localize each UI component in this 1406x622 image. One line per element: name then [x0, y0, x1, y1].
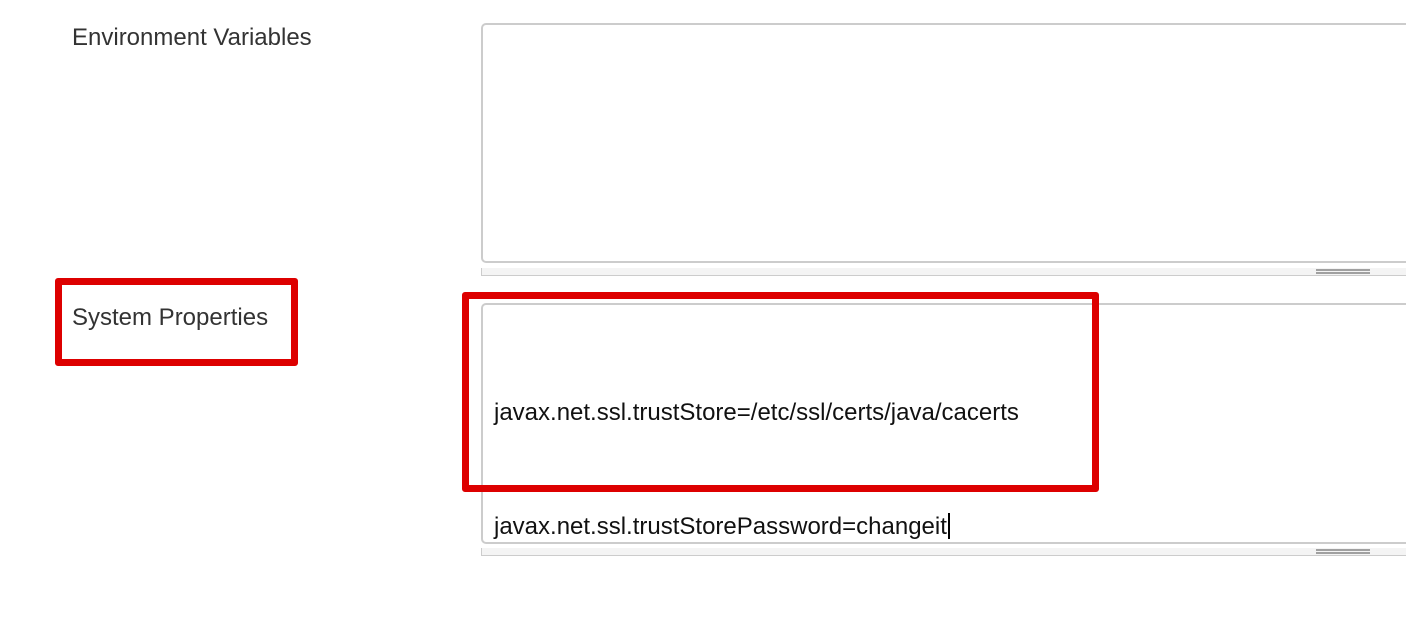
system-property-line: javax.net.ssl.trustStore=/etc/ssl/certs/…: [494, 399, 1019, 426]
grip-icon: [1316, 269, 1370, 274]
system-properties-resize-handle[interactable]: [481, 548, 1406, 556]
system-properties-label: System Properties: [72, 304, 269, 331]
environment-variables-label: Environment Variables: [72, 24, 312, 51]
system-properties-text: javax.net.ssl.trustStore=/etc/ssl/certs/…: [494, 318, 1019, 622]
text-cursor: [947, 513, 950, 539]
grip-icon: [1316, 549, 1370, 554]
system-property-line: javax.net.ssl.trustStorePassword=changei…: [494, 513, 947, 540]
environment-variables-resize-handle[interactable]: [481, 268, 1406, 276]
environment-variables-textarea[interactable]: [481, 23, 1406, 263]
